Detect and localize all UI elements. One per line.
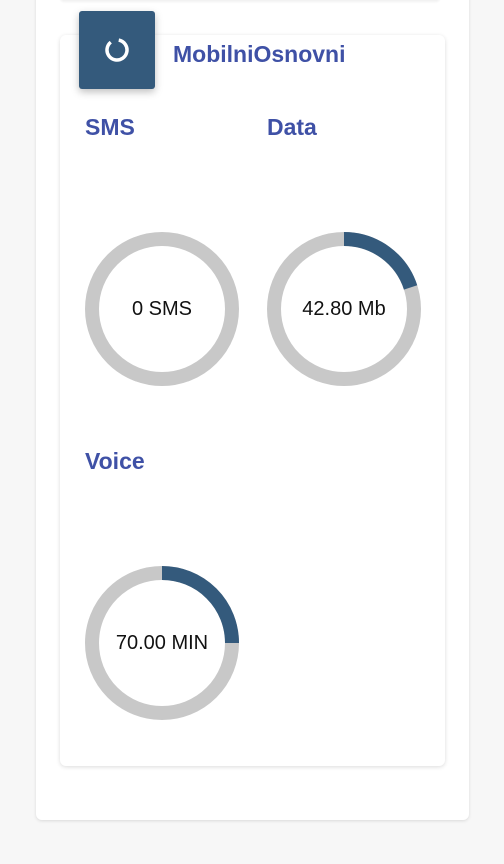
package-title: MobilniOsnovni bbox=[173, 41, 346, 67]
sms-label: SMS bbox=[85, 114, 135, 140]
sms-value: 0 SMS bbox=[131, 297, 193, 320]
loading-ring-icon bbox=[105, 38, 129, 62]
data-value: 42.80 Mb bbox=[302, 297, 386, 320]
voice-value: 70.00 MIN bbox=[115, 631, 209, 654]
voice-gauge: 70.00 MIN bbox=[84, 565, 240, 721]
voice-label: Voice bbox=[85, 448, 145, 474]
data-label: Data bbox=[267, 114, 317, 140]
sms-gauge: 0 SMS bbox=[84, 231, 240, 387]
data-gauge: 42.80 Mb bbox=[266, 231, 422, 387]
package-icon-tile bbox=[79, 11, 155, 89]
